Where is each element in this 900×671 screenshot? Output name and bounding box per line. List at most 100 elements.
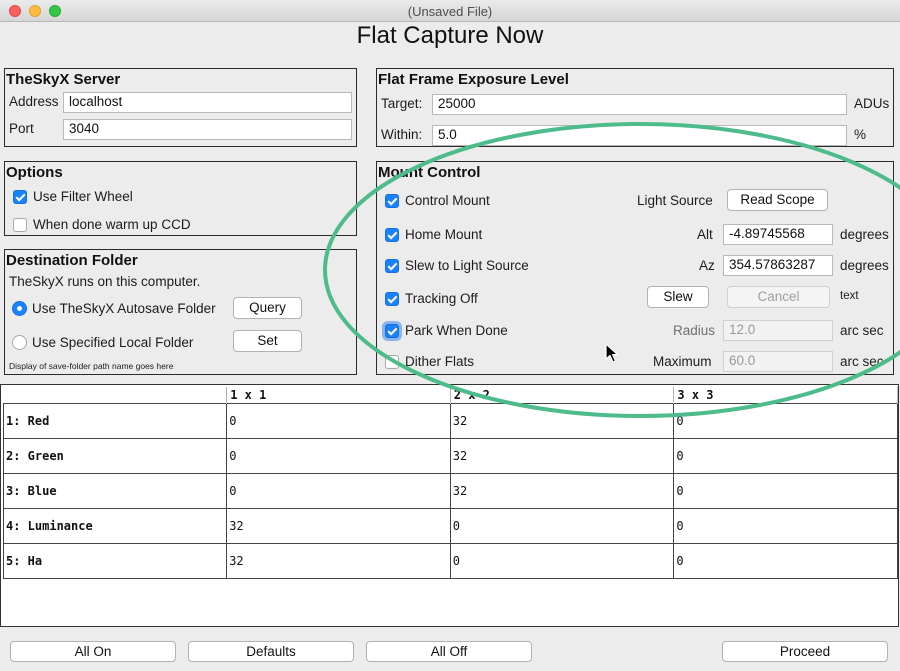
options-panel-title: Options — [6, 164, 63, 181]
warm-up-ccd-label: When done warm up CCD — [33, 217, 191, 232]
park-when-done-checkbox[interactable] — [385, 324, 399, 338]
destination-panel: Destination Folder TheSkyX runs on this … — [4, 249, 357, 375]
window-titlebar: (Unsaved File) — [0, 0, 900, 22]
proceed-button[interactable]: Proceed — [722, 641, 888, 662]
destination-panel-title: Destination Folder — [6, 252, 138, 269]
local-folder-radio[interactable] — [12, 335, 27, 350]
table-cell[interactable]: 0 — [673, 473, 898, 509]
row-filter-name: 4: Luminance — [2, 508, 228, 544]
use-filter-wheel-checkbox[interactable] — [13, 190, 27, 204]
cancel-button[interactable]: Cancel — [727, 286, 830, 308]
destination-note: TheSkyX runs on this computer. — [9, 274, 201, 289]
alt-field[interactable]: -4.89745568 — [723, 224, 833, 245]
mount-panel-title: Mount Control — [378, 164, 481, 181]
filter-binning-table: 1 x 1 2 x 2 3 x 3 1: Red 0 32 0 2: Green… — [0, 384, 899, 627]
port-field[interactable]: 3040 — [63, 119, 352, 140]
use-filter-wheel-label: Use Filter Wheel — [33, 189, 133, 204]
local-folder-label: Use Specified Local Folder — [32, 335, 194, 350]
app-title: Flat Capture Now — [356, 22, 544, 49]
home-mount-label: Home Mount — [405, 227, 483, 242]
row-filter-name: 2: Green — [2, 438, 228, 474]
address-field[interactable]: localhost — [63, 92, 352, 113]
options-panel: Options Use Filter Wheel When done warm … — [4, 161, 357, 236]
exposure-panel: Flat Frame Exposure Level Target: 25000 … — [376, 68, 894, 147]
exposure-panel-title: Flat Frame Exposure Level — [378, 71, 569, 88]
table-row: 4: Luminance 32 0 0 — [2, 508, 898, 544]
folder-path-display: Display of save-folder path name goes he… — [9, 361, 174, 371]
alt-label: Alt — [697, 227, 713, 242]
table-row: 3: Blue 0 32 0 — [2, 473, 898, 509]
within-field[interactable]: 5.0 — [432, 125, 847, 146]
column-header-3x3[interactable]: 3 x 3 — [673, 387, 898, 404]
radius-label: Radius — [673, 323, 716, 338]
table-cell[interactable]: 0 — [226, 438, 451, 474]
table-cell[interactable]: 32 — [449, 438, 675, 474]
az-label: Az — [699, 258, 715, 273]
column-header-1x1[interactable]: 1 x 1 — [226, 387, 451, 404]
server-panel: TheSkyX Server Address localhost Port 30… — [4, 68, 357, 147]
query-button[interactable]: Query — [233, 297, 302, 319]
row-filter-name: 5: Ha — [2, 543, 228, 579]
target-unit: ADUs — [854, 96, 890, 111]
all-off-button[interactable]: All Off — [366, 641, 532, 662]
tracking-off-checkbox[interactable] — [385, 292, 399, 306]
table-cell[interactable]: 0 — [449, 508, 675, 544]
target-label: Target: — [381, 96, 423, 111]
light-source-label: Light Source — [637, 193, 713, 208]
maximum-unit: arc sec — [840, 354, 884, 369]
address-label: Address — [9, 94, 59, 109]
maximum-field[interactable]: 60.0 — [723, 351, 833, 372]
row-filter-name: 3: Blue — [2, 473, 228, 509]
table-cell[interactable]: 0 — [673, 508, 898, 544]
table-cell[interactable]: 32 — [226, 508, 451, 544]
autosave-folder-radio[interactable] — [12, 301, 27, 316]
tracking-off-label: Tracking Off — [405, 291, 478, 306]
az-unit: degrees — [840, 258, 889, 273]
table-row: 1: Red 0 32 0 — [2, 403, 898, 439]
radius-unit: arc sec — [840, 323, 884, 338]
warm-up-ccd-checkbox[interactable] — [13, 218, 27, 232]
control-mount-checkbox[interactable] — [385, 194, 399, 208]
mouse-cursor-icon — [605, 343, 619, 363]
dither-flats-label: Dither Flats — [405, 354, 475, 369]
target-field[interactable]: 25000 — [432, 94, 847, 115]
read-scope-button[interactable]: Read Scope — [727, 189, 828, 211]
port-label: Port — [9, 121, 34, 136]
server-panel-title: TheSkyX Server — [6, 71, 121, 88]
set-button[interactable]: Set — [233, 330, 302, 352]
column-header-2x2[interactable]: 2 x 2 — [450, 387, 675, 404]
slew-to-light-checkbox[interactable] — [385, 259, 399, 273]
alt-unit: degrees — [840, 227, 889, 242]
table-cell[interactable]: 32 — [449, 473, 675, 509]
table-cell[interactable]: 0 — [673, 438, 898, 474]
within-label: Within: — [381, 127, 423, 142]
table-row: 5: Ha 32 0 0 — [2, 543, 898, 579]
all-on-button[interactable]: All On — [10, 641, 176, 662]
column-header-filter — [3, 387, 228, 404]
az-field[interactable]: 354.57863287 — [723, 255, 833, 276]
table-row: 2: Green 0 32 0 — [2, 438, 898, 474]
autosave-folder-label: Use TheSkyX Autosave Folder — [32, 301, 216, 316]
table-header-row: 1 x 1 2 x 2 3 x 3 — [3, 387, 898, 404]
slew-button[interactable]: Slew — [647, 286, 709, 308]
control-mount-label: Control Mount — [405, 193, 490, 208]
park-when-done-label: Park When Done — [405, 323, 508, 338]
maximum-label: Maximum — [653, 354, 712, 369]
slew-to-light-label: Slew to Light Source — [405, 258, 529, 273]
within-unit: % — [854, 127, 867, 142]
table-cell[interactable]: 0 — [226, 473, 451, 509]
table-cell[interactable]: 0 — [226, 403, 451, 439]
status-text: text — [840, 290, 859, 302]
home-mount-checkbox[interactable] — [385, 228, 399, 242]
dither-flats-checkbox[interactable] — [385, 355, 399, 369]
table-cell[interactable]: 0 — [449, 543, 675, 579]
table-cell[interactable]: 32 — [449, 403, 675, 439]
table-cell[interactable]: 0 — [673, 403, 898, 439]
table-cell[interactable]: 0 — [673, 543, 898, 579]
radius-field[interactable]: 12.0 — [723, 320, 833, 341]
window-title: (Unsaved File) — [407, 4, 493, 19]
defaults-button[interactable]: Defaults — [188, 641, 354, 662]
table-cell[interactable]: 32 — [226, 543, 451, 579]
row-filter-name: 1: Red — [2, 403, 228, 439]
mount-panel: Mount Control Control Mount Home Mount S… — [376, 161, 894, 375]
